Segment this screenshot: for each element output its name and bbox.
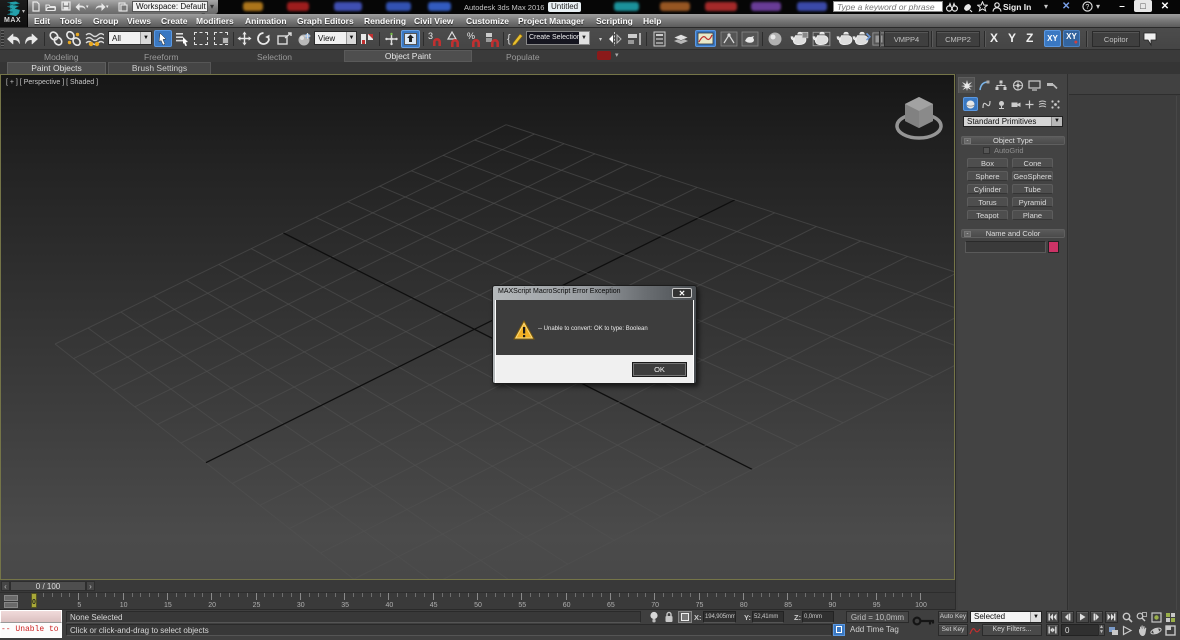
- svg-text:{: {: [507, 33, 511, 45]
- svg-text:%: %: [467, 31, 475, 41]
- svg-text:?: ?: [1085, 4, 1089, 11]
- svg-text:3: 3: [428, 31, 433, 41]
